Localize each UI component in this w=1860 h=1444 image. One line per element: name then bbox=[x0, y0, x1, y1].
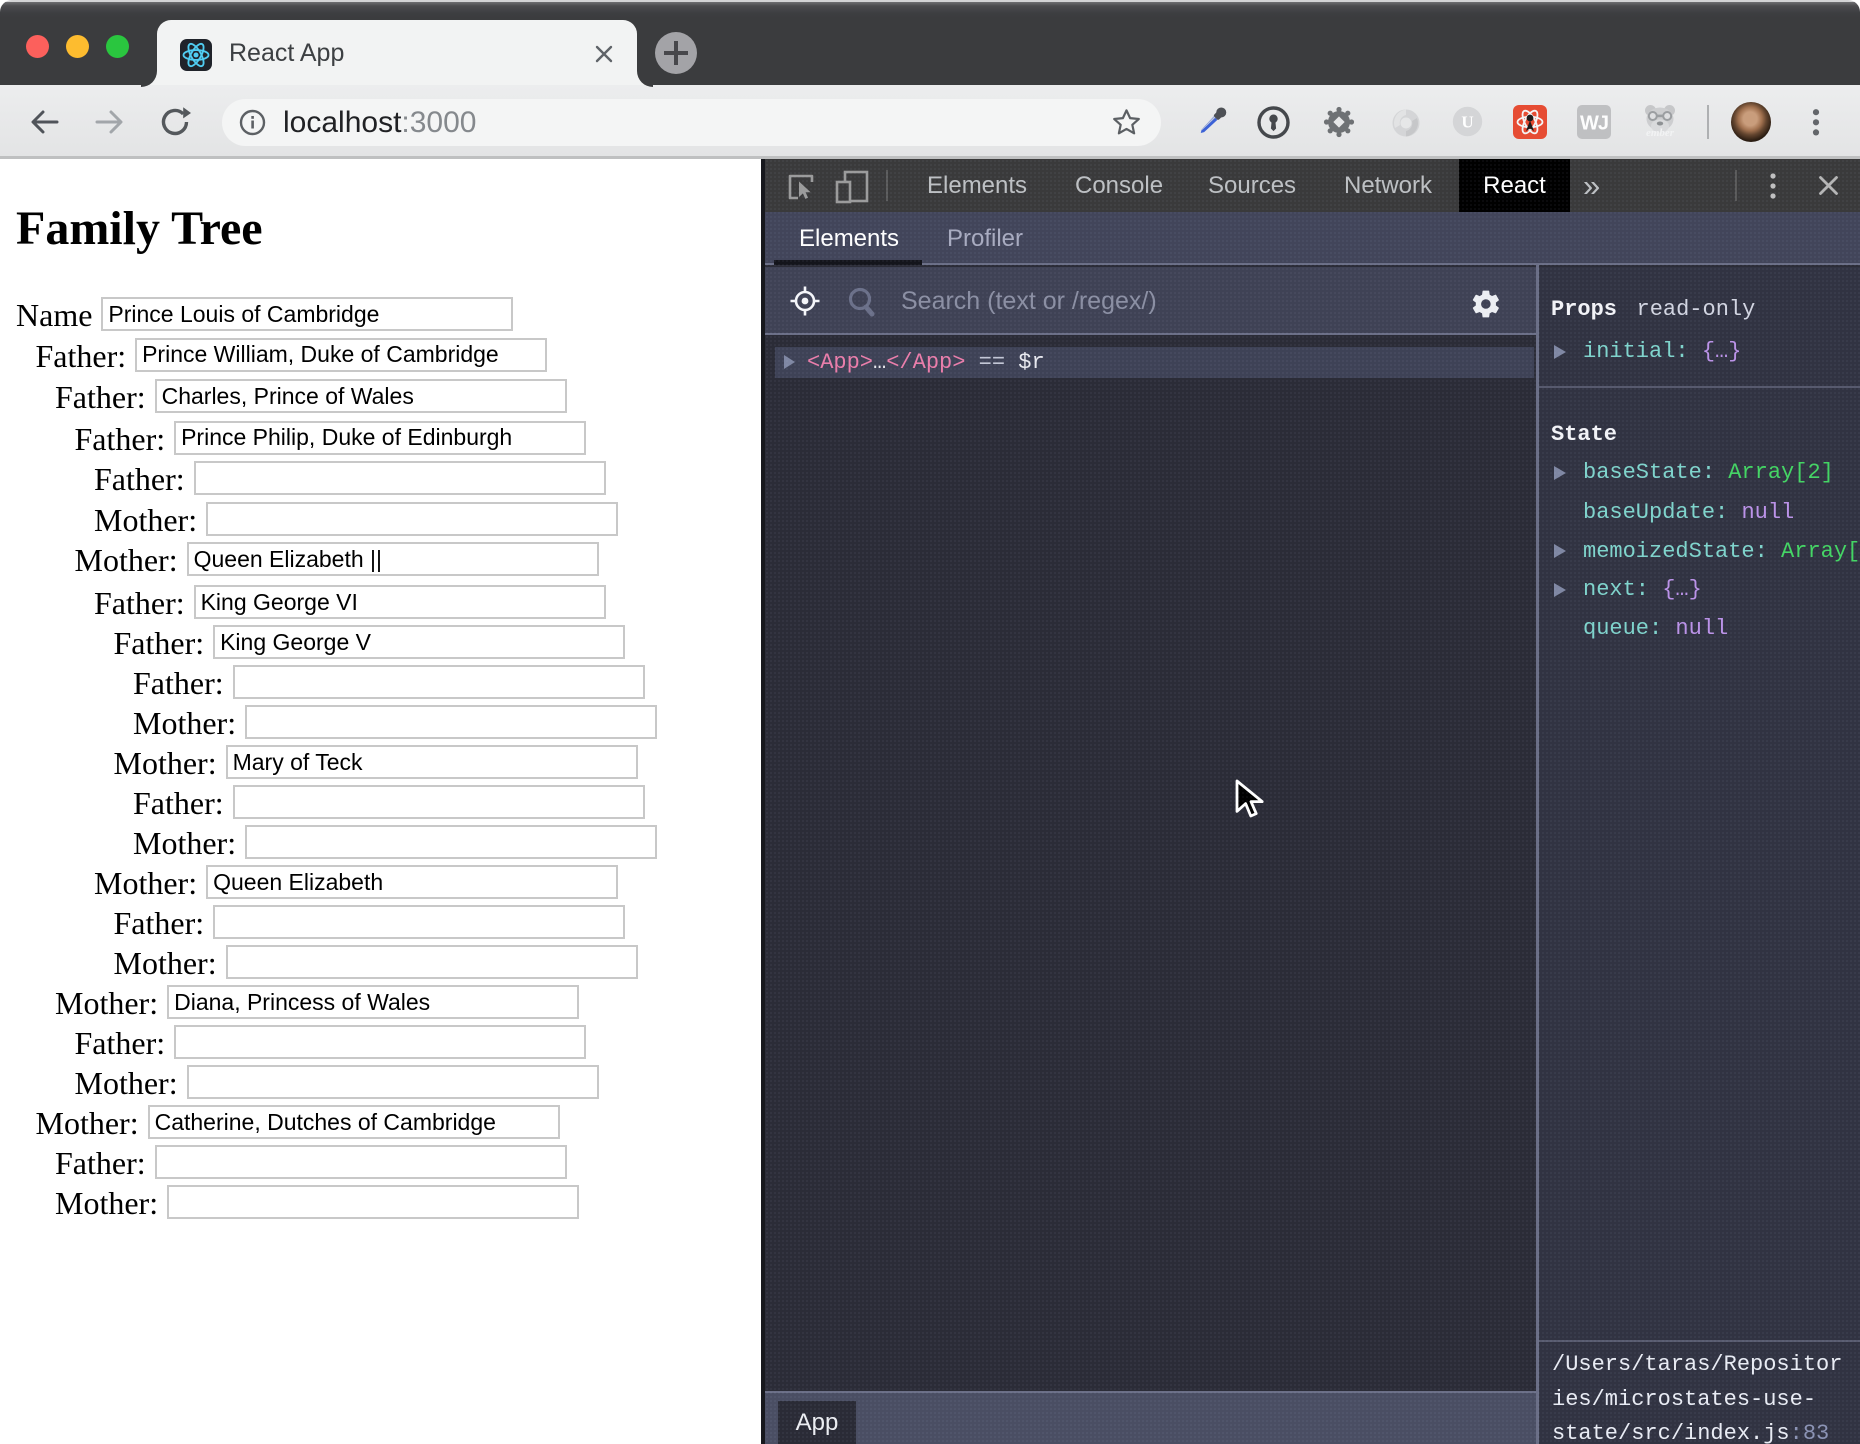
svg-text:U: U bbox=[1461, 113, 1473, 132]
svg-text:WJ: WJ bbox=[1580, 113, 1608, 135]
svg-text:ember: ember bbox=[1646, 127, 1675, 139]
